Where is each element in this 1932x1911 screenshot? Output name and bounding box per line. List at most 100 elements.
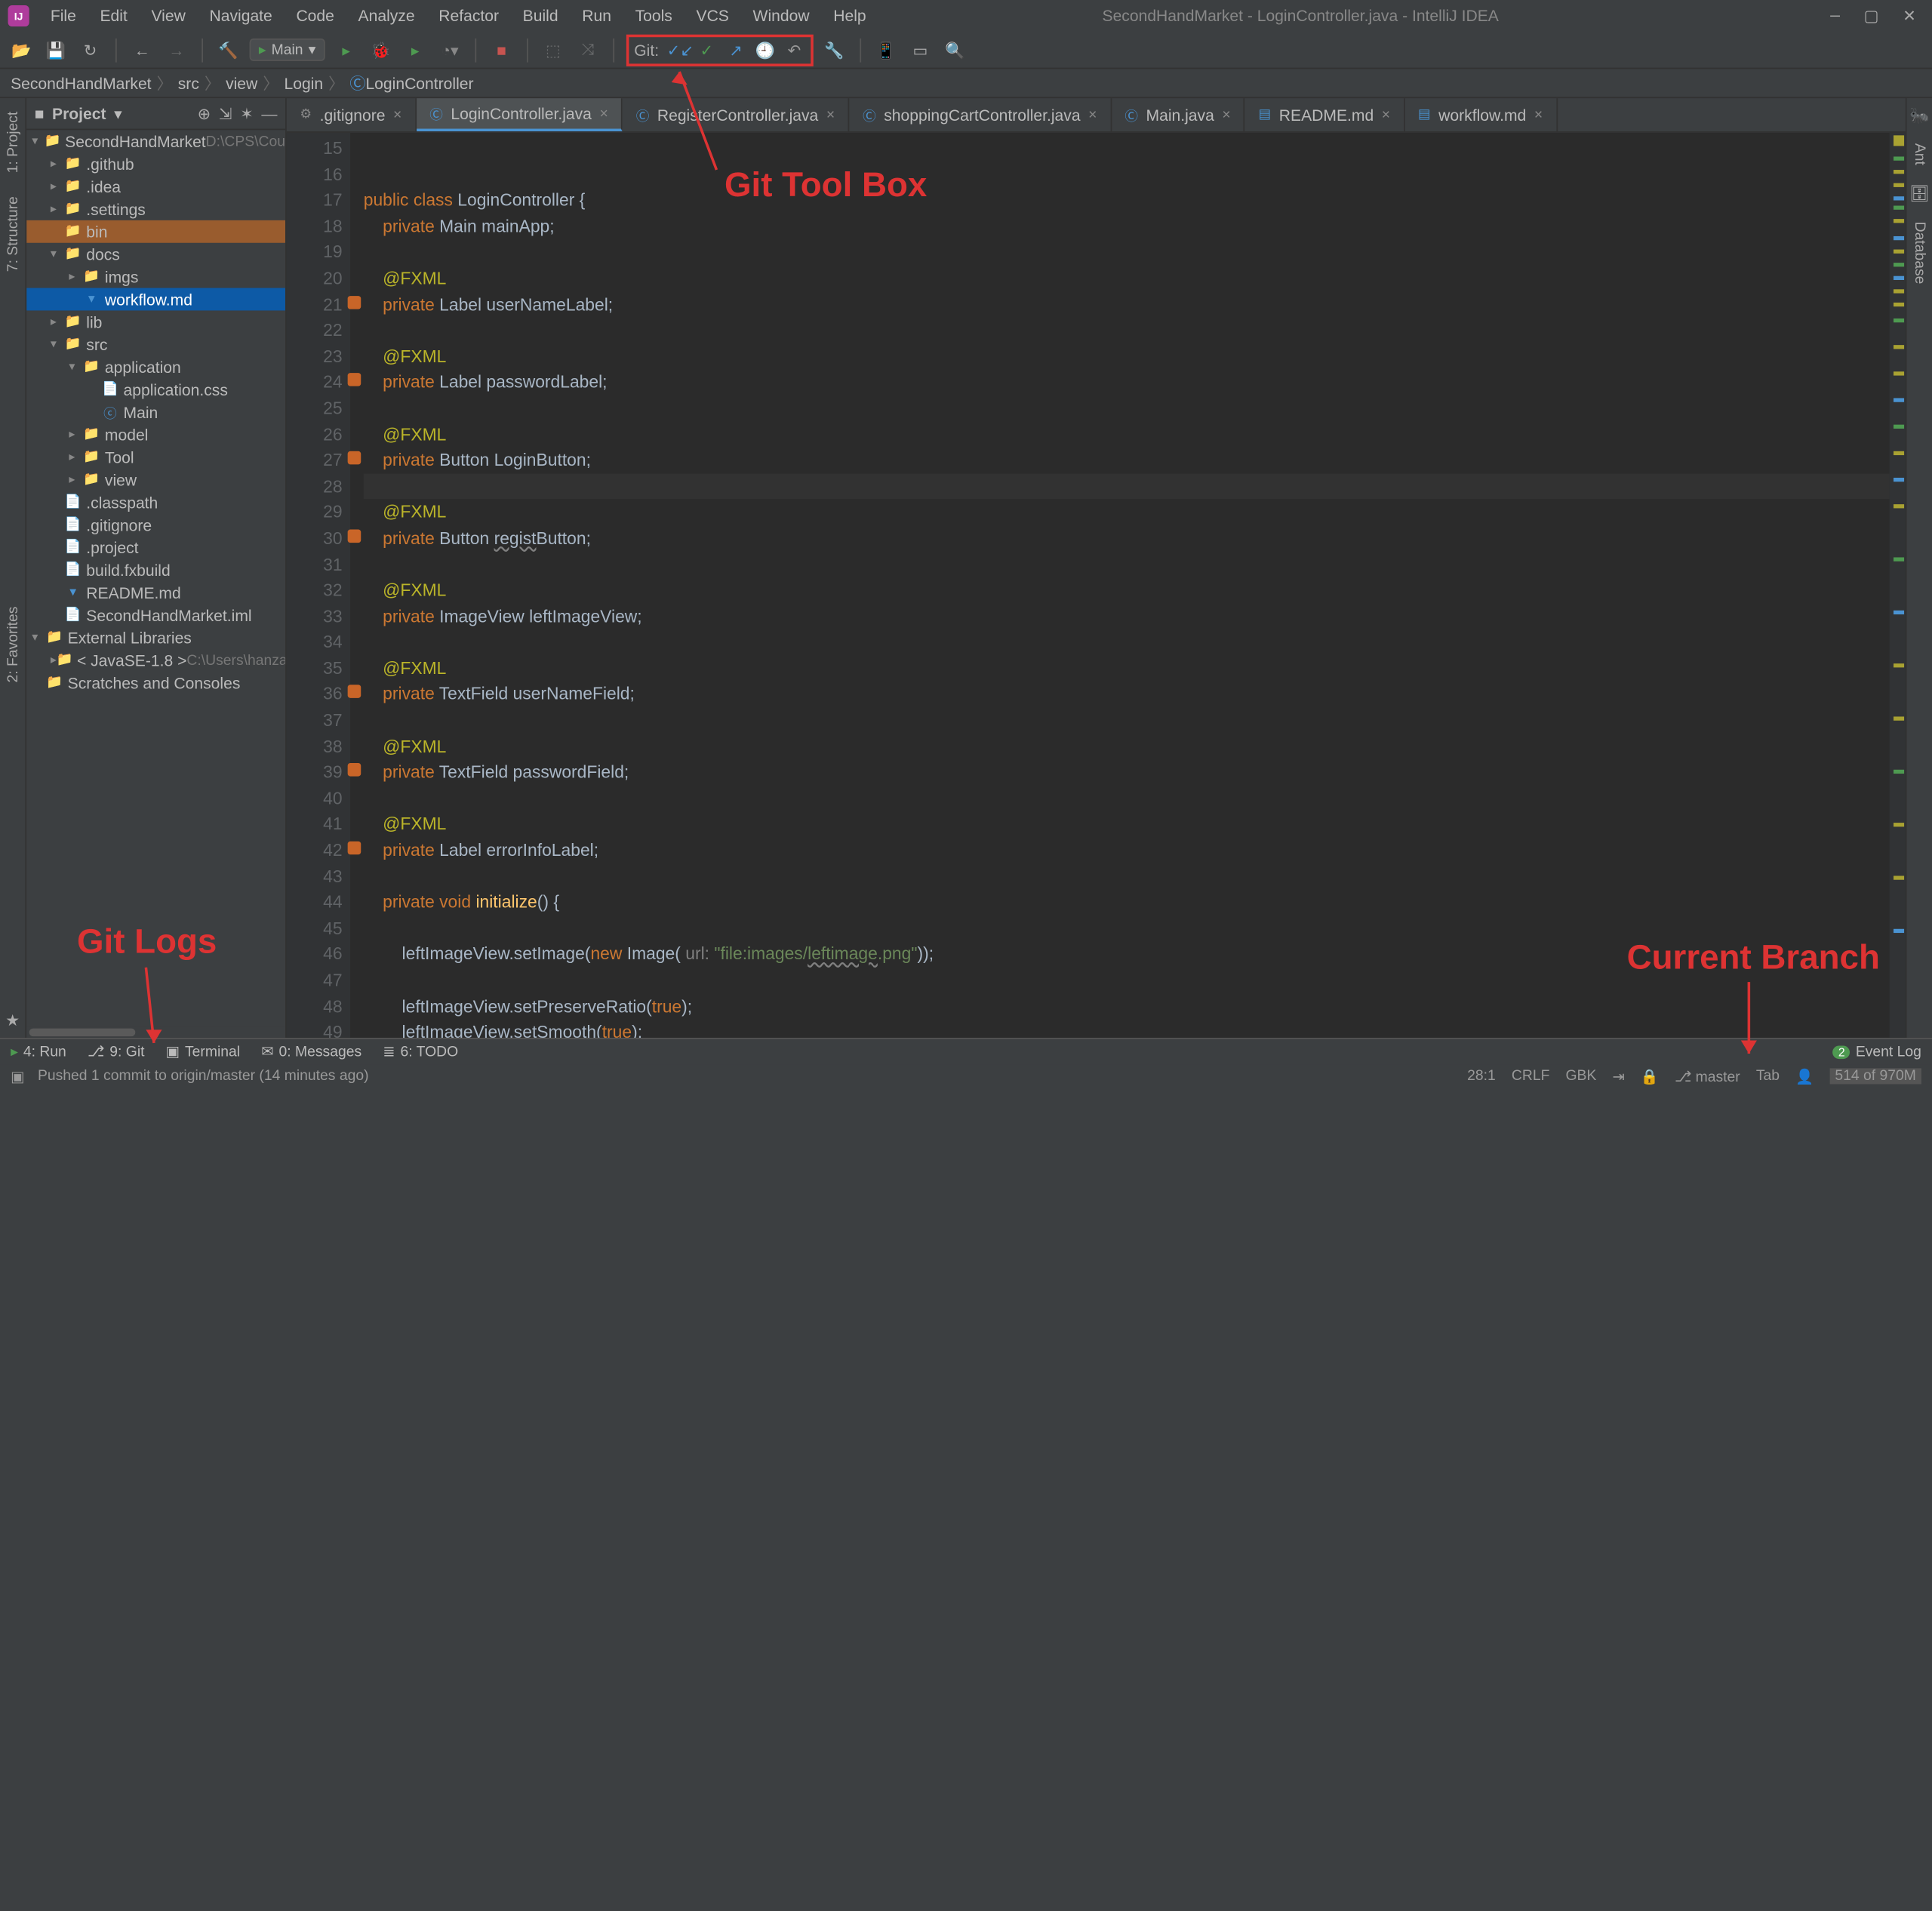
maximize-button[interactable]: ▢ <box>1864 6 1879 26</box>
project-tool-tab[interactable]: 1: Project <box>5 106 20 179</box>
inspector-icon[interactable]: 👤 <box>1795 1068 1814 1085</box>
indent-icon[interactable]: ⇥ <box>1612 1068 1624 1085</box>
breadcrumb-item[interactable]: LoginController <box>349 72 473 94</box>
encoding[interactable]: GBK <box>1566 1068 1597 1084</box>
expand-icon[interactable]: ⇲ <box>219 104 232 123</box>
tree-node[interactable]: ⓒMain <box>26 401 285 423</box>
database-tool-tab[interactable]: Database <box>1912 216 1927 289</box>
tree-node[interactable]: ▸📁.github <box>26 152 285 175</box>
menu-view[interactable]: View <box>140 4 195 28</box>
lock-icon[interactable]: 🔒 <box>1641 1068 1659 1085</box>
tree-node[interactable]: 📄application.css <box>26 378 285 401</box>
minimize-button[interactable]: — <box>1830 6 1840 26</box>
caret-position[interactable]: 28:1 <box>1467 1068 1496 1084</box>
editor-tab[interactable]: ⒸRegisterController.java× <box>623 98 849 131</box>
forward-icon[interactable]: → <box>163 36 189 63</box>
todo-tool-tab[interactable]: ≣6: TODO <box>383 1043 458 1060</box>
git-tool-tab[interactable]: ⎇9: Git <box>88 1043 145 1060</box>
close-tab-icon[interactable]: × <box>826 107 835 123</box>
layout-icon[interactable]: ⬚ <box>540 36 566 63</box>
menu-run[interactable]: Run <box>571 4 622 28</box>
close-tab-icon[interactable]: × <box>599 106 608 122</box>
tree-node[interactable]: 📄.classpath <box>26 491 285 514</box>
locate-icon[interactable]: ⊕ <box>198 104 211 123</box>
structure-tool-tab[interactable]: 7: Structure <box>5 192 20 278</box>
tree-node[interactable]: 📄build.fxbuild <box>26 559 285 581</box>
event-log-tab[interactable]: 2Event Log <box>1833 1044 1921 1060</box>
breadcrumb-item[interactable]: SecondHandMarket <box>11 74 151 93</box>
run-config-selector[interactable]: ▸Main▾ <box>250 38 325 61</box>
tree-node[interactable]: ▾📁docs <box>26 243 285 266</box>
menu-analyze[interactable]: Analyze <box>347 4 425 28</box>
tree-node[interactable]: ▸📁lib <box>26 310 285 333</box>
menu-code[interactable]: Code <box>285 4 345 28</box>
project-tree[interactable]: ▾📁SecondHandMarket D:\CPS\Cou▸📁.github▸📁… <box>26 130 285 1027</box>
menu-edit[interactable]: Edit <box>89 4 138 28</box>
git-push-icon[interactable]: ↗ <box>725 41 746 60</box>
sync-icon[interactable]: ↻ <box>77 36 103 63</box>
hide-icon[interactable]: — <box>261 104 277 123</box>
run-icon[interactable]: ▸ <box>333 36 359 63</box>
tree-node[interactable]: ▸📁imgs <box>26 266 285 288</box>
tree-node[interactable]: ▸📁Tool <box>26 446 285 469</box>
git-commit-icon[interactable]: ✓ <box>696 41 717 60</box>
tree-node[interactable]: ▸📁model <box>26 423 285 446</box>
git-branch[interactable]: ⎇ master <box>1675 1068 1740 1085</box>
tree-node[interactable]: ▸📁< JavaSE-1.8 > C:\Users\hanza <box>26 649 285 672</box>
editor-tab[interactable]: ⒸMain.java× <box>1112 98 1245 131</box>
tree-node[interactable]: ▸📁view <box>26 469 285 491</box>
tree-node[interactable]: ▸📁.idea <box>26 175 285 198</box>
close-button[interactable]: ✕ <box>1903 6 1916 26</box>
close-tab-icon[interactable]: × <box>1222 107 1230 123</box>
search-icon[interactable]: 🔍 <box>942 36 968 63</box>
menu-navigate[interactable]: Navigate <box>198 4 282 28</box>
tool-window-icon[interactable]: ▣ <box>11 1068 24 1085</box>
wrench-icon[interactable]: 🔧 <box>821 36 848 63</box>
star-icon[interactable]: ★ <box>5 1011 20 1030</box>
favorites-tool-tab[interactable]: 2: Favorites <box>5 601 20 688</box>
close-tab-icon[interactable]: × <box>1534 107 1543 123</box>
menu-vcs[interactable]: VCS <box>685 4 740 28</box>
breadcrumb-item[interactable]: view <box>226 74 257 93</box>
back-icon[interactable]: ← <box>129 36 155 63</box>
search-struct-icon[interactable]: ⤨ <box>574 36 601 63</box>
tree-node[interactable]: 📄SecondHandMarket.iml <box>26 604 285 626</box>
editor-tab[interactable]: ⚙.gitignore× <box>287 98 417 131</box>
profile-icon[interactable]: ◔▾ <box>436 36 463 63</box>
tree-node[interactable]: 📁bin <box>26 220 285 243</box>
tree-node[interactable]: ▾📁External Libraries <box>26 626 285 649</box>
ant-icon[interactable]: 🐜 <box>1909 106 1929 125</box>
memory-indicator[interactable]: 514 of 970M <box>1829 1068 1921 1084</box>
tree-node[interactable]: 📄.gitignore <box>26 513 285 536</box>
gutter[interactable]: 1516171819202122232425262728293031323334… <box>287 133 350 1038</box>
tree-node[interactable]: ▾📁SecondHandMarket D:\CPS\Cou <box>26 130 285 152</box>
tree-node[interactable]: 📄.project <box>26 536 285 559</box>
menu-tools[interactable]: Tools <box>625 4 683 28</box>
settings-icon[interactable]: ✶ <box>240 104 254 123</box>
tree-node[interactable]: ▸📁.settings <box>26 198 285 220</box>
line-ending[interactable]: CRLF <box>1512 1068 1550 1084</box>
git-rollback-icon[interactable]: ↶ <box>783 41 804 60</box>
tree-scrollbar[interactable] <box>26 1027 285 1038</box>
build-icon[interactable]: 🔨 <box>215 36 242 63</box>
tree-node[interactable]: ▾📁src <box>26 333 285 355</box>
avd-icon[interactable]: 📱 <box>872 36 899 63</box>
error-stripe[interactable] <box>1890 133 1906 1038</box>
tab-indicator[interactable]: Tab <box>1756 1068 1780 1084</box>
tree-node[interactable]: ▾📁application <box>26 355 285 378</box>
layout-icon-2[interactable]: ▭ <box>907 36 934 63</box>
menu-build[interactable]: Build <box>512 4 569 28</box>
editor-tab[interactable]: ▤README.md× <box>1245 98 1404 131</box>
tree-node[interactable]: ▾workflow.md <box>26 288 285 311</box>
git-history-icon[interactable]: 🕘 <box>755 41 776 60</box>
save-icon[interactable]: 💾 <box>42 36 69 63</box>
menu-file[interactable]: File <box>40 4 87 28</box>
menu-refactor[interactable]: Refactor <box>428 4 509 28</box>
editor-tab[interactable]: ▤workflow.md× <box>1404 98 1557 131</box>
editor-tab[interactable]: ⒸshoppingCartController.java× <box>849 98 1111 131</box>
run-tool-tab[interactable]: ▸4: Run <box>11 1043 66 1060</box>
open-icon[interactable]: 📂 <box>8 36 35 63</box>
ant-tool-tab[interactable]: Ant <box>1912 138 1927 171</box>
breadcrumb-item[interactable]: Login <box>284 74 323 93</box>
tree-node[interactable]: ▾README.md <box>26 581 285 604</box>
